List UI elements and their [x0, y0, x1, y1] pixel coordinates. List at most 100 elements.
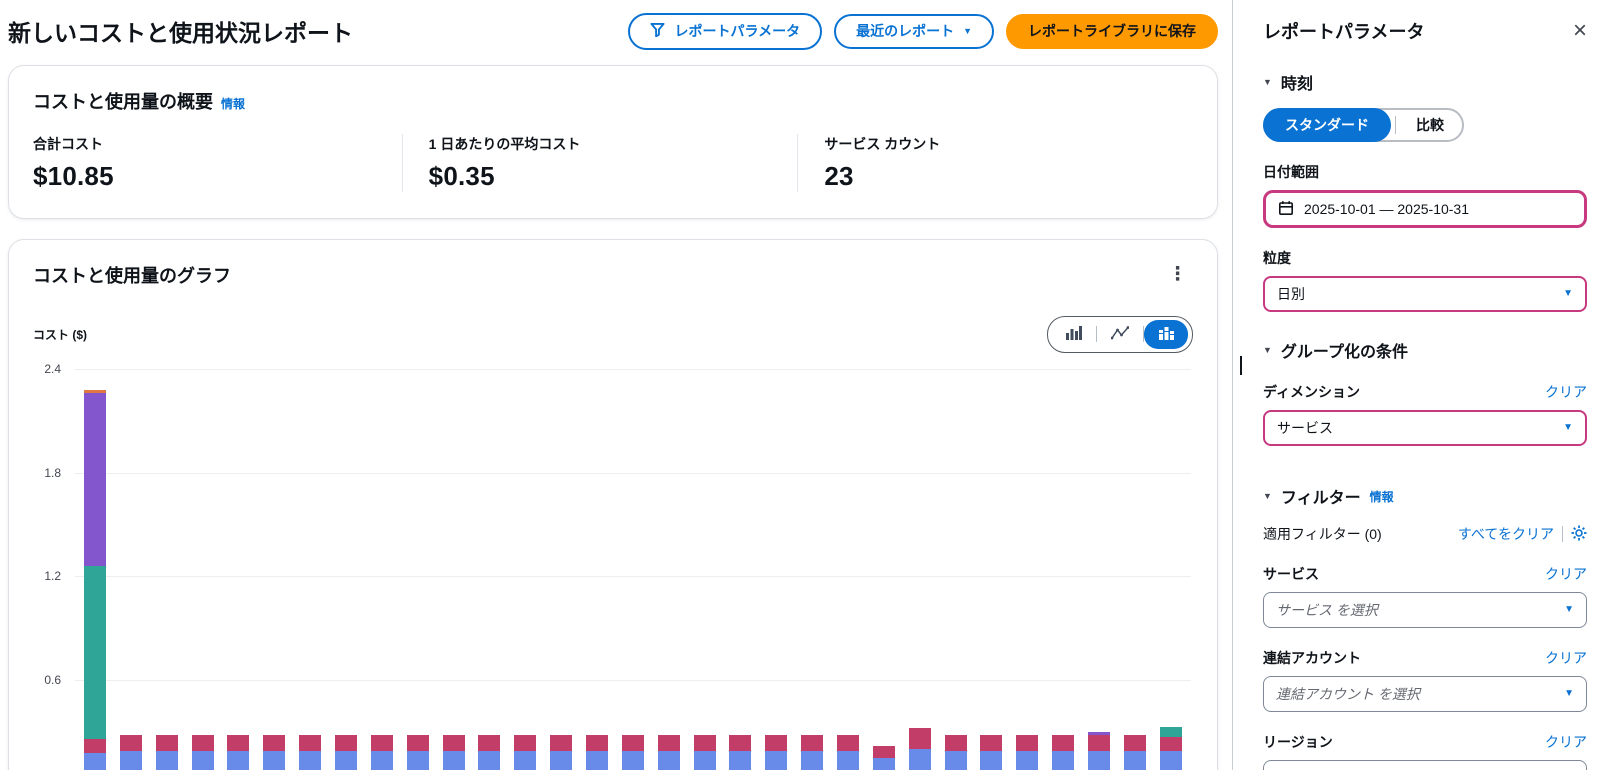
clear-link[interactable]: クリア [1545, 564, 1587, 584]
y-tick-label: 0.6 [44, 673, 61, 688]
bar-segment-series-purple [83, 393, 106, 566]
bar-day-15[interactable] [585, 735, 608, 770]
bar-day-6[interactable] [263, 735, 286, 770]
bar-day-13[interactable] [514, 735, 537, 770]
panel-resize-handle[interactable] [1240, 356, 1242, 375]
bar-day-7[interactable] [299, 735, 322, 770]
filter-info-link[interactable]: 情報 [1370, 488, 1394, 505]
bar-segment-series-blue [442, 750, 465, 770]
bar-day-4[interactable] [191, 735, 214, 770]
line-chart-icon [1110, 325, 1130, 343]
bar-day-11[interactable] [442, 735, 465, 770]
bar-day-3[interactable] [155, 735, 178, 770]
bar-day-16[interactable] [621, 735, 644, 770]
filter-group-linked-account: 連結アカウント クリア 連結アカウント を選択 ▼ [1263, 648, 1587, 712]
close-icon[interactable]: × [1573, 19, 1587, 43]
section-time[interactable]: ▼ 時刻 [1263, 70, 1587, 94]
dimension-clear-link[interactable]: クリア [1545, 382, 1587, 402]
caret-down-icon: ▼ [1263, 491, 1272, 501]
bar-segment-series-crimson [191, 735, 214, 751]
bar-day-18[interactable] [693, 735, 716, 770]
bar-segment-series-crimson [729, 735, 752, 751]
bar-day-9[interactable] [370, 735, 393, 770]
bar-day-23[interactable] [872, 745, 895, 770]
bar-day-26[interactable] [980, 735, 1003, 770]
gear-icon[interactable] [1571, 525, 1587, 544]
linked-account-filter-select[interactable]: 連結アカウント を選択 ▼ [1263, 676, 1587, 712]
bar-day-8[interactable] [334, 735, 357, 770]
dimension-select[interactable]: サービス ▼ [1263, 410, 1587, 446]
bar-day-14[interactable] [550, 735, 573, 770]
bar-segment-series-crimson [263, 735, 286, 751]
recent-reports-button[interactable]: 最近のレポート ▼ [834, 14, 994, 49]
bar-day-20[interactable] [765, 735, 788, 770]
bar-segment-series-blue [227, 750, 250, 770]
bar-segment-series-blue [908, 749, 931, 770]
bar-segment-series-blue [693, 750, 716, 770]
bar-segment-series-crimson [693, 735, 716, 751]
bar-segment-series-crimson [514, 735, 537, 751]
bar-segment-series-blue [729, 750, 752, 770]
bar-segment-series-blue [765, 750, 788, 770]
bar-day-31[interactable] [1159, 726, 1182, 770]
service-filter-select[interactable]: サービス を選択 ▼ [1263, 592, 1587, 628]
bar-segment-series-blue [836, 750, 859, 770]
page-title: 新しいコストと使用状況レポート [8, 20, 353, 47]
bar-segment-series-crimson [872, 745, 895, 758]
bar-day-25[interactable] [944, 735, 967, 770]
bar-segment-series-blue [1052, 750, 1075, 770]
panel-title: レポートパラメータ [1263, 22, 1425, 42]
metric-service-count: サービス カウント 23 [797, 133, 1193, 192]
clear-all-filters-link[interactable]: すべてをクリア [1458, 524, 1554, 544]
bar-chart-type-button[interactable] [1052, 320, 1096, 349]
bar-day-1[interactable] [83, 389, 106, 770]
bar-segment-series-blue [801, 750, 824, 770]
bar-segment-series-crimson [765, 735, 788, 751]
bars-container [75, 369, 1191, 770]
granularity-select[interactable]: 日別 ▼ [1263, 276, 1587, 312]
chart-type-toggle [1047, 315, 1193, 353]
bar-segment-series-crimson [1087, 735, 1110, 751]
segment-divider [1395, 116, 1396, 134]
clear-link[interactable]: クリア [1545, 648, 1587, 668]
bar-day-30[interactable] [1123, 735, 1146, 770]
chart-options-button[interactable]: ⋮ [1162, 263, 1193, 286]
summary-info-link[interactable]: 情報 [221, 95, 245, 112]
bar-day-17[interactable] [657, 735, 680, 770]
line-chart-type-button[interactable] [1097, 320, 1143, 349]
bar-day-28[interactable] [1052, 735, 1075, 770]
bar-day-21[interactable] [801, 735, 824, 770]
summary-title: コストと使用量の概要 [33, 91, 213, 112]
bar-day-19[interactable] [729, 735, 752, 770]
bar-day-10[interactable] [406, 735, 429, 770]
bar-day-5[interactable] [227, 735, 250, 770]
bar-day-24[interactable] [908, 728, 931, 770]
mode-compare-button[interactable]: 比較 [1398, 110, 1462, 140]
dimension-value: サービス [1277, 420, 1333, 436]
main-content: 新しいコストと使用状況レポート レポートパラメータ 最近のレポート ▼ レポート… [0, 0, 1232, 770]
summary-metrics: 合計コスト $10.85 1 日あたりの平均コスト $0.35 サービス カウン… [9, 114, 1217, 218]
bar-segment-series-blue [944, 750, 967, 770]
bar-day-29[interactable] [1087, 731, 1110, 770]
bar-day-2[interactable] [119, 735, 142, 770]
save-to-library-button[interactable]: レポートライブラリに保存 [1006, 14, 1218, 49]
chart-card: コストと使用量のグラフ ⋮ コスト ($) 2.41.81.20.60 [8, 238, 1218, 770]
region-filter-select[interactable]: リージョン を選択 ▼ [1263, 760, 1587, 770]
report-parameters-button[interactable]: レポートパラメータ [628, 13, 823, 50]
section-filter[interactable]: ▼ フィルター 情報 [1263, 484, 1587, 508]
stacked-bar-chart-type-button[interactable] [1144, 319, 1188, 349]
date-range-input[interactable]: 2025-10-01 — 2025-10-31 [1263, 190, 1587, 228]
bar-day-22[interactable] [836, 735, 859, 770]
bar-day-12[interactable] [478, 735, 501, 770]
section-grouping[interactable]: ▼ グループ化の条件 [1263, 338, 1587, 362]
bar-segment-series-blue [370, 750, 393, 770]
bar-segment-series-crimson [550, 735, 573, 751]
bar-segment-series-crimson [227, 735, 250, 751]
clear-link[interactable]: クリア [1545, 732, 1587, 752]
bar-day-27[interactable] [1016, 735, 1039, 770]
mode-standard-button[interactable]: スタンダード [1263, 108, 1391, 142]
page-header: 新しいコストと使用状況レポート レポートパラメータ 最近のレポート ▼ レポート… [8, 0, 1218, 65]
bar-segment-series-crimson [155, 735, 178, 751]
applied-filters-label: 適用フィルター (0) [1263, 526, 1382, 542]
caret-down-icon: ▼ [1263, 77, 1272, 87]
